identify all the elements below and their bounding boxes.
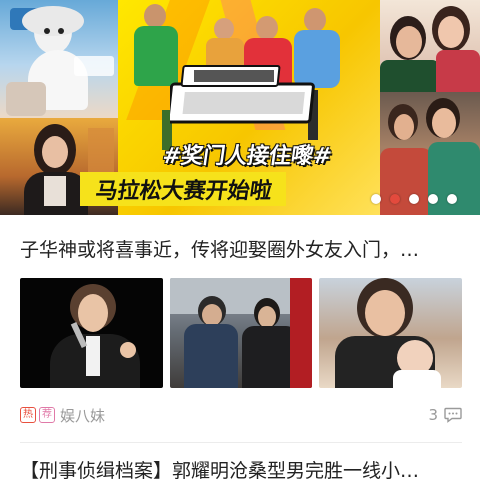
carousel-dot[interactable]	[371, 194, 381, 204]
thumbnail-street[interactable]	[169, 278, 313, 388]
article-source[interactable]: 娱八妹	[60, 405, 105, 426]
thumbnail-man-baby[interactable]	[319, 278, 463, 388]
article-title[interactable]: 【刑事侦缉档案】郭耀明沧桑型男完胜一线小…	[20, 455, 464, 480]
carousel-dot[interactable]	[447, 194, 457, 204]
divider	[20, 442, 462, 443]
banner-headline-box: 马拉松大赛开始啦	[80, 172, 287, 206]
article-title[interactable]: 子华神或将喜事近，传将迎娶圈外女友入门，…	[20, 234, 464, 266]
banner-hashtag: #奖门人接住嚟#	[160, 144, 334, 169]
recommend-tag: 荐	[39, 407, 55, 423]
carousel-dot[interactable]	[428, 194, 438, 204]
show-logo	[170, 65, 315, 124]
article-thumbnails[interactable]	[20, 278, 463, 388]
carousel-dot-active[interactable]	[390, 194, 400, 204]
comment-count-value: 3	[428, 406, 438, 424]
promo-banner[interactable]: #奖门人接住嚟# 马拉松大赛开始啦	[0, 0, 480, 215]
thumbnail-singer[interactable]	[20, 278, 163, 388]
article-meta: 热 荐 娱八妹 3	[20, 403, 462, 427]
banner-photo-couple	[380, 0, 480, 92]
comment-icon	[444, 407, 462, 423]
banner-headline: 马拉松大赛开始啦	[93, 179, 274, 204]
banner-photo-costume	[0, 0, 118, 118]
comment-count[interactable]: 3	[428, 406, 462, 424]
hot-tag: 热	[20, 407, 36, 423]
carousel-indicator	[371, 194, 457, 204]
carousel-dot[interactable]	[409, 194, 419, 204]
